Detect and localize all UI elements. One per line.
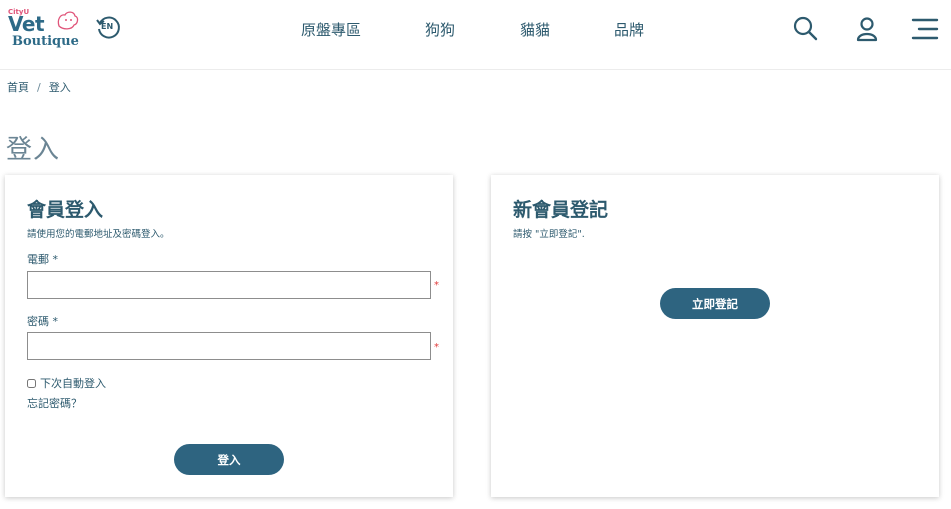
nav-item-dogs[interactable]: 狗狗 (425, 19, 455, 40)
password-label-text: 密碼 (27, 315, 49, 328)
breadcrumb: 首頁 / 登入 (7, 79, 71, 95)
search-icon[interactable] (791, 14, 821, 44)
breadcrumb-separator: / (37, 81, 41, 94)
email-label: 電郵 * (27, 251, 58, 267)
register-now-button[interactable]: 立即登記 (660, 288, 770, 319)
email-input[interactable] (27, 271, 431, 299)
pet-logo-icon (57, 11, 79, 30)
nav-item-cats[interactable]: 貓貓 (520, 19, 550, 40)
logo-boutique-text: Boutique (12, 34, 79, 49)
remember-me-label: 下次自動登入 (40, 377, 106, 390)
remember-me[interactable]: 下次自動登入 (27, 375, 106, 391)
nav-item-special[interactable]: 原盤專區 (301, 19, 361, 40)
password-input[interactable] (27, 332, 431, 360)
register-subtitle: 請按 "立即登記". (513, 229, 585, 240)
language-label: EN (101, 22, 114, 31)
language-toggle[interactable]: EN (95, 14, 121, 40)
user-icon[interactable] (852, 14, 882, 44)
register-panel: 新會員登記 請按 "立即登記". 立即登記 (491, 175, 939, 497)
forgot-password-link[interactable]: 忘記密碼？ (27, 395, 82, 411)
remember-me-checkbox[interactable] (27, 378, 36, 388)
vet-boutique-logo[interactable]: CityU Vet Boutique (8, 8, 79, 52)
site-header: CityU Vet Boutique EN 原盤專區 狗狗 貓貓 品牌 (0, 0, 951, 70)
register-title: 新會員登記 (513, 199, 609, 221)
email-required-mark: * (434, 280, 439, 291)
login-panel: 會員登入 請使用您的電郵地址及密碼登入。 電郵 * * 密碼 * * 下次自動登… (5, 175, 453, 497)
breadcrumb-home-link[interactable]: 首頁 (7, 81, 29, 94)
page-title: 登入 (6, 135, 61, 165)
nav-item-brands[interactable]: 品牌 (614, 19, 644, 40)
menu-icon[interactable] (910, 14, 940, 44)
breadcrumb-current: 登入 (48, 81, 71, 94)
password-label-required: * (52, 315, 59, 328)
password-label: 密碼 * (27, 313, 58, 329)
login-title: 會員登入 (27, 199, 104, 221)
email-label-required: * (52, 253, 59, 266)
password-required-mark: * (434, 342, 439, 353)
login-subtitle: 請使用您的電郵地址及密碼登入。 (27, 229, 170, 240)
login-button[interactable]: 登入 (174, 444, 284, 475)
email-label-text: 電郵 (27, 253, 49, 266)
logo-vet-text: Vet (8, 12, 45, 36)
